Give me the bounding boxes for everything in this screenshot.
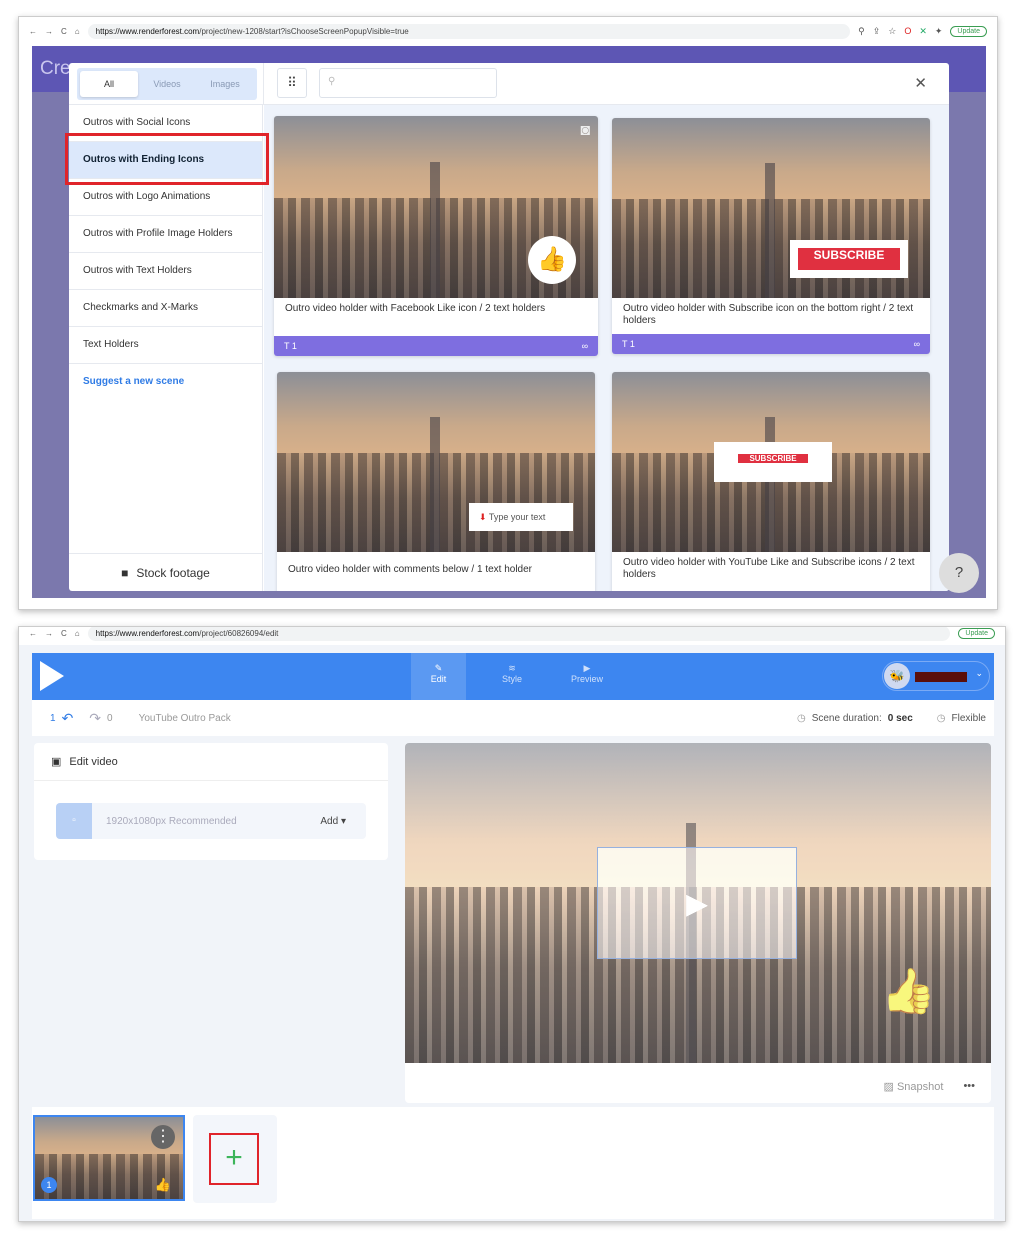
modal-header: All Videos Images ⠿ ⚲ ✕: [69, 63, 949, 105]
step-edit[interactable]: ✎ Edit: [411, 653, 466, 700]
puzzle-icon[interactable]: ✦: [935, 26, 943, 37]
scene-info-bar: T 1 ∞: [612, 334, 930, 354]
back-icon[interactable]: ←: [29, 629, 37, 638]
like-icon: 👍: [528, 236, 576, 284]
more-options-button[interactable]: •••: [963, 1080, 975, 1093]
snapshot-button[interactable]: ▨ Snapshot: [883, 1080, 943, 1093]
address-bar[interactable]: https://www.renderforest.com/project/608…: [87, 627, 951, 641]
sidebar-item[interactable]: Checkmarks and X-Marks: [69, 290, 262, 327]
pencil-icon: ✎: [434, 663, 443, 673]
reload-icon[interactable]: C: [61, 629, 67, 638]
browser-toolbar: ← → C ⌂ https://www.renderforest.com/projec…: [19, 627, 1005, 645]
scene-caption: Outro video holder with Subscribe icon o…: [623, 303, 914, 326]
forward-icon[interactable]: →: [45, 27, 53, 36]
search-input[interactable]: ⚲: [319, 68, 497, 98]
extension-icon[interactable]: ✕: [919, 26, 927, 37]
step-style[interactable]: ≋ Style: [487, 653, 537, 700]
snapshot-icon[interactable]: ◙: [580, 122, 590, 140]
scene-info-bar: T 1 ∞: [274, 336, 598, 356]
tab-images[interactable]: Images: [196, 71, 254, 97]
back-icon[interactable]: ←: [29, 27, 37, 36]
video-holder[interactable]: ▶: [597, 847, 797, 959]
scene-preview: ▶ 👍: [405, 743, 991, 1063]
address-bar[interactable]: https://www.renderforest.com/project/new…: [87, 23, 851, 39]
play-icon[interactable]: ▶: [686, 888, 708, 919]
play-icon: ▶: [583, 663, 591, 673]
app-header: ✎ Edit ≋ Style ▶ Preview 🐝 ⌄: [32, 653, 994, 700]
kebab-menu-icon[interactable]: ⋮: [151, 1125, 175, 1149]
page-title: Cre: [40, 58, 71, 79]
grid-view-button[interactable]: ⠿: [277, 68, 307, 98]
image-placeholder-icon: ▫: [56, 803, 92, 839]
share-icon[interactable]: ⇪: [873, 26, 881, 37]
media-type-tabs: All Videos Images: [77, 68, 257, 100]
undo-icon[interactable]: ↶: [62, 710, 74, 727]
sidebar-item[interactable]: Text Holders: [69, 327, 262, 364]
star-icon[interactable]: ☆: [888, 26, 896, 37]
flexible-toggle[interactable]: Flexible: [952, 713, 986, 724]
tab-all[interactable]: All: [80, 71, 138, 97]
preview-panel: ▶ 👍 ▨ Snapshot •••: [405, 743, 991, 1103]
suggest-scene-link[interactable]: Suggest a new scene: [69, 364, 262, 399]
like-icon: 👍: [881, 967, 936, 1016]
search-icon: ⚲: [328, 76, 336, 87]
comment-box: ⬇ Type your text: [469, 503, 573, 531]
timeline: ⋮ 1 👍 +: [32, 1107, 994, 1219]
opera-icon[interactable]: O: [904, 26, 911, 37]
close-icon[interactable]: ✕: [914, 74, 927, 92]
username-redacted: [915, 672, 967, 682]
scene-card[interactable]: SUBSCRIBE Outro video holder with YouTub…: [612, 372, 930, 591]
reload-icon[interactable]: C: [61, 27, 67, 36]
highlight-box: [65, 133, 269, 185]
scene-grid: ◙ 👍 Outro video holder with Facebook Lik…: [264, 105, 949, 591]
forward-icon[interactable]: →: [45, 629, 53, 638]
chevron-down-icon: ⌄: [975, 668, 983, 678]
browser-toolbar: ← → C ⌂ https://www.renderforest.com/projec…: [19, 17, 997, 45]
home-icon[interactable]: ⌂: [75, 629, 80, 638]
scene-caption: Outro video holder with YouTube Like and…: [623, 557, 915, 580]
clock-icon: ◷: [796, 712, 806, 724]
edit-video-panel: ▣ Edit video ▫ 1920x1080px Recommended Ad…: [34, 743, 388, 860]
scene-number-badge: 1: [41, 1177, 57, 1193]
logo-icon[interactable]: [40, 661, 64, 691]
help-button[interactable]: ?: [939, 553, 979, 593]
scene-thumbnail[interactable]: ⋮ 1 👍: [33, 1115, 185, 1201]
add-scene-button[interactable]: +: [209, 1133, 259, 1185]
subscribe-badge: SUBSCRIBE: [714, 442, 832, 482]
redo-icon[interactable]: ↷: [89, 710, 101, 727]
project-name[interactable]: YouTube Outro Pack: [139, 713, 231, 724]
screenshot-editor: ← → C ⌂ https://www.renderforest.com/projec…: [18, 626, 1006, 1222]
update-button[interactable]: Update: [950, 25, 987, 37]
scene-caption: Outro video holder with comments below /…: [288, 564, 533, 575]
update-button[interactable]: Update: [958, 627, 995, 639]
image-icon: ▨: [883, 1081, 894, 1093]
user-menu[interactable]: 🐝 ⌄: [882, 661, 990, 691]
extensions: ⚲ ⇪ ☆ O ✕ ✦: [858, 26, 942, 37]
stock-footage-button[interactable]: ■ Stock footage: [69, 553, 262, 591]
avatar: 🐝: [884, 663, 910, 689]
step-preview[interactable]: ▶ Preview: [562, 653, 612, 700]
grid-icon: ⠿: [287, 75, 297, 90]
zoom-icon[interactable]: ⚲: [858, 26, 865, 37]
layers-icon: ≋: [508, 663, 516, 673]
sidebar-item[interactable]: Outros with Text Holders: [69, 253, 262, 290]
editor-toolbar: 1 ↶ ↷ 0 YouTube Outro Pack ◷ Scene duration…: [32, 700, 994, 736]
add-scene-tile: +: [193, 1115, 277, 1203]
video-icon: ▣: [51, 756, 62, 768]
subscribe-badge: SUBSCRIBE: [790, 240, 908, 278]
sidebar-item[interactable]: Outros with Profile Image Holders: [69, 216, 262, 253]
arrow-down-icon: ⬇: [479, 512, 487, 522]
scene-card[interactable]: ⬇ Type your text Outro video holder with…: [277, 372, 595, 591]
scene-caption: Outro video holder with Facebook Like ic…: [285, 303, 546, 314]
media-upload-field[interactable]: ▫ 1920x1080px Recommended Add ▾: [56, 803, 366, 839]
clock-icon: ◷: [936, 712, 946, 724]
camera-icon: ■: [121, 565, 129, 580]
scene-card[interactable]: ◙ 👍 Outro video holder with Facebook Lik…: [274, 116, 598, 356]
tab-videos[interactable]: Videos: [138, 71, 196, 97]
add-dropdown[interactable]: Add ▾: [320, 816, 346, 827]
home-icon[interactable]: ⌂: [75, 27, 80, 36]
scene-card[interactable]: SUBSCRIBE Outro video holder with Subscr…: [612, 118, 930, 354]
screenshot-scene-chooser: ← → C ⌂ https://www.renderforest.com/projec…: [18, 16, 998, 610]
